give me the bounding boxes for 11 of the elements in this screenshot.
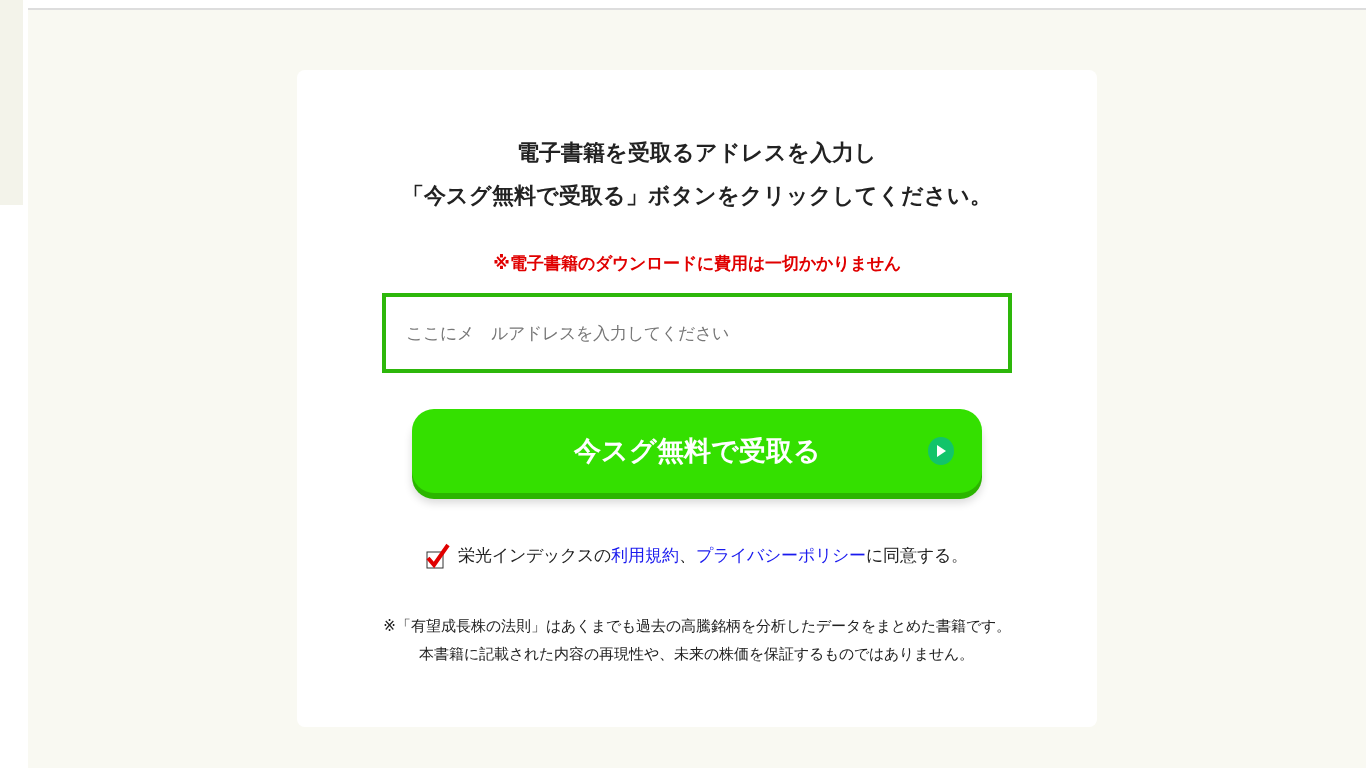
email-field[interactable]: ここにメ ルアドレスを入力してください <box>382 292 1012 373</box>
heading-line: 「今スグ無料で受取る」ボタンをクリックしてください。 <box>402 181 992 210</box>
heading-line: 電子書籍を受取るアドレスを入力し <box>516 139 878 167</box>
disclaimer-line: 本書籍に記載された内容の再現性や、未来の株価を保証するものではありません。 <box>418 643 976 665</box>
consent-text: 栄光インデックスの利用規約、プライバシーポリシーに同意する。 <box>458 544 968 568</box>
terms-link[interactable]: 利用規約 <box>611 545 679 566</box>
play-icon <box>928 436 954 465</box>
checkbox[interactable] <box>426 542 450 569</box>
privacy-link[interactable]: プライバシーポリシー <box>696 545 866 566</box>
free-notice: ※電子書籍のダウンロードに費用は一切かかりません <box>493 251 901 275</box>
disclaimer-line: ※「有望成長株の法則」はあくまでも過去の高騰銘柄を分析したデータをまとめた書籍です。 <box>383 615 1011 637</box>
